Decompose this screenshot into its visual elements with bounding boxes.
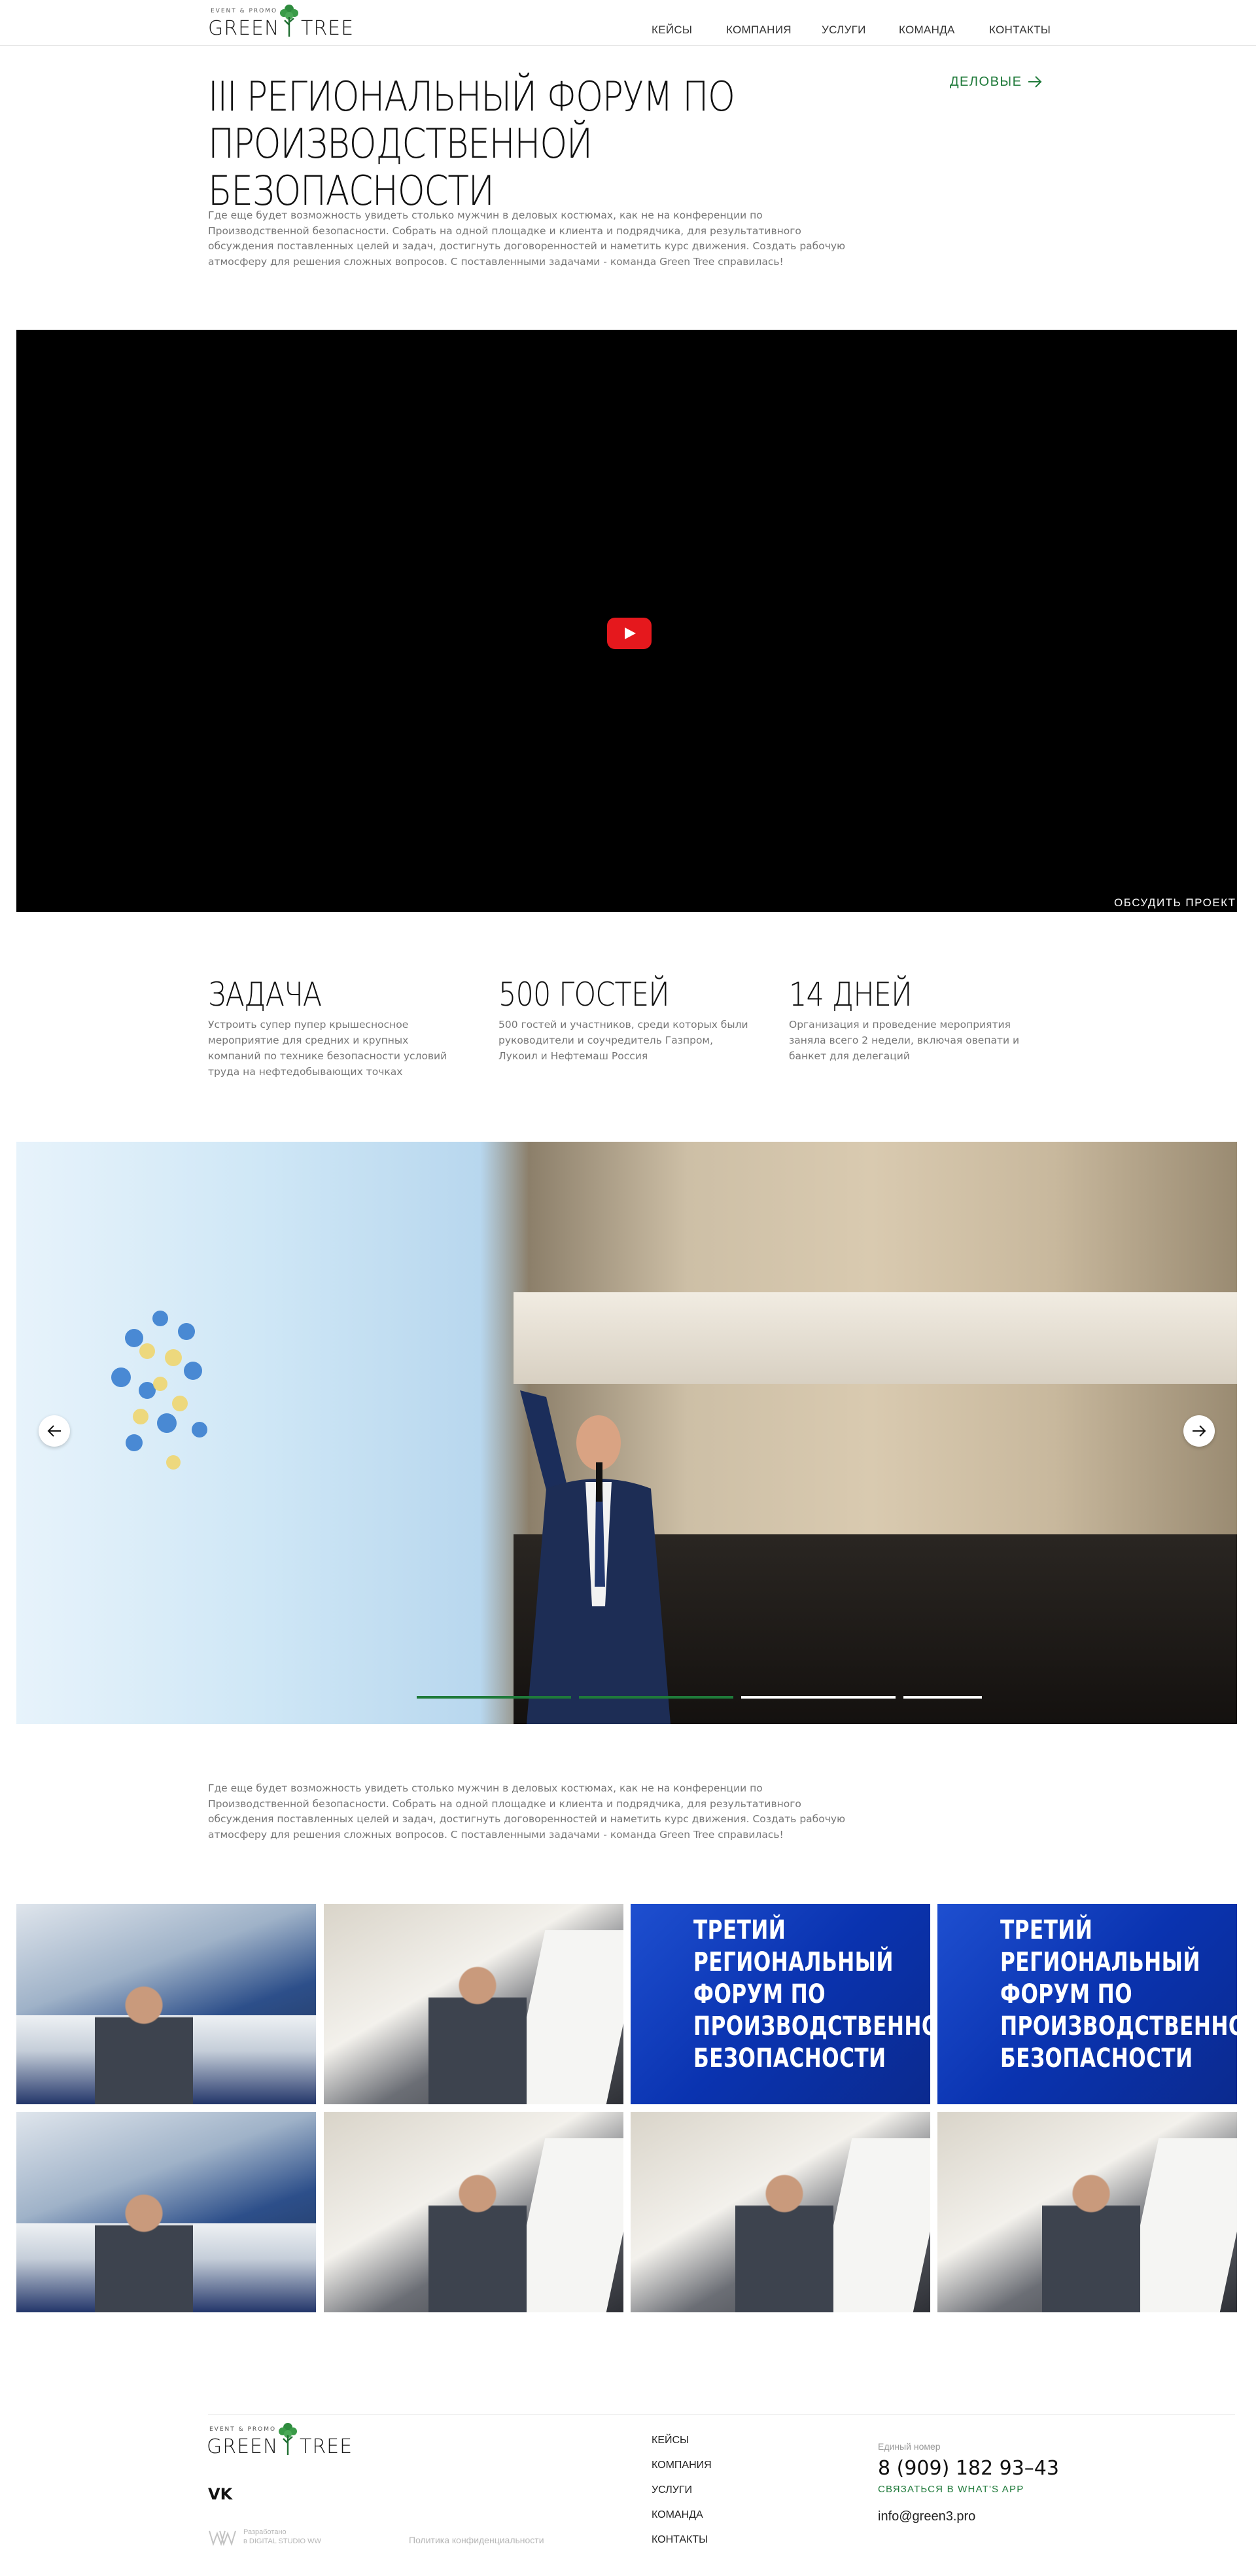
logo-tagline: EVENT & PROMO (211, 8, 278, 14)
discuss-project-button[interactable]: ОБСУДИТЬ ПРОЕКТ (1114, 896, 1236, 909)
logo-tagline: EVENT & PROMO (209, 2426, 277, 2433)
stat-title: 14 ДНЕЙ (789, 976, 913, 1014)
footer-link-company[interactable]: КОМПАНИЯ (652, 2460, 712, 2484)
nav-link-cases[interactable]: КЕЙСЫ (652, 24, 692, 37)
footer-nav: КЕЙСЫ КОМПАНИЯ УСЛУГИ КОМАНДА КОНТАКТЫ (652, 2435, 712, 2559)
developer-line-2: в DIGITAL STUDIO WW (243, 2537, 321, 2545)
nav-link-team[interactable]: КОМАНДА (899, 24, 955, 37)
gallery-photo-banner[interactable]: ТРЕТИЙ РЕГИОНАЛЬНЫЙ ФОРУМ ПО ПРОИЗВОДСТВ… (631, 1904, 930, 2104)
stat-block-days: 14 ДНЕЙ Организация и проведение меропри… (789, 975, 1044, 1064)
nav-link-contacts[interactable]: КОНТАКТЫ (989, 24, 1051, 37)
arrow-right-icon (1193, 1425, 1206, 1437)
photo-slider[interactable] (16, 1142, 1237, 1724)
privacy-policy-link[interactable]: Политика конфиденциальности (409, 2535, 544, 2545)
project-description: Где еще будет возможность увидеть стольк… (208, 209, 846, 268)
project-description-2: Где еще будет возможность увидеть стольк… (208, 1782, 846, 1841)
video-player[interactable]: ОБСУДИТЬ ПРОЕКТ (16, 330, 1237, 912)
gallery-photo-audience[interactable] (16, 2112, 316, 2312)
gallery-photo-speaker[interactable] (324, 1904, 623, 2104)
attendee (95, 2191, 193, 2312)
phone-number[interactable]: 8 (909) 182 93–43 (878, 2457, 1059, 2480)
attendee (95, 1983, 193, 2104)
slider-next-button[interactable] (1183, 1415, 1215, 1447)
logo-word-tree: TREE (300, 2435, 353, 2458)
stat-text: 500 гостей и участников, среди которых б… (498, 1019, 748, 1062)
banner-text: ТРЕТИЙ РЕГИОНАЛЬНЫЙ ФОРУМ ПО ПРОИЗВОДСТВ… (1000, 1915, 1237, 2073)
site-header: EVENT & PROMO GREEN TREE КЕЙСЫ КОМПАНИЯ … (0, 0, 1256, 46)
slider-dot[interactable] (741, 1696, 896, 1699)
stat-title: ЗАДАЧА (208, 976, 322, 1014)
slider-dot[interactable] (417, 1696, 571, 1699)
speaker (428, 2171, 527, 2312)
logo-word-green: GREEN (207, 2435, 279, 2458)
phone-label: Единый номер (878, 2441, 941, 2452)
gallery-photo-speaker[interactable] (631, 2112, 930, 2312)
slide-photo-balcony (514, 1292, 1237, 1384)
footer-link-team[interactable]: КОМАНДА (652, 2509, 712, 2534)
arrow-left-icon (47, 1425, 61, 1437)
nav-link-services[interactable]: УСЛУГИ (822, 24, 866, 37)
footer-link-contacts[interactable]: КОНТАКТЫ (652, 2534, 712, 2559)
slider-dot[interactable] (579, 1696, 733, 1699)
banner-text: ТРЕТИЙ РЕГИОНАЛЬНЫЙ ФОРУМ ПО ПРОИЗВОДСТВ… (693, 1915, 930, 2073)
studio-logo-icon (209, 2530, 236, 2547)
slide-photo-speaker (520, 1390, 671, 1724)
stat-block-task: ЗАДАЧА Устроить супер пупер крышесносное… (208, 975, 463, 1080)
stat-text: Устроить супер пупер крышесносное меропр… (208, 1019, 447, 1078)
footer-divider (208, 2414, 1235, 2415)
stat-text: Организация и проведение мероприятия зан… (789, 1019, 1020, 1062)
gallery-photo-audience[interactable] (16, 1904, 316, 2104)
whatsapp-link[interactable]: СВЯЗАТЬСЯ В WHAT'S APP (878, 2484, 1059, 2495)
vk-icon[interactable]: VK (208, 2485, 232, 2503)
speaker (1042, 2171, 1140, 2312)
category-label: ДЕЛОВЫЕ (950, 74, 1022, 89)
gallery-photo-banner[interactable]: ТРЕТИЙ РЕГИОНАЛЬНЫЙ ФОРУМ ПО ПРОИЗВОДСТВ… (937, 1904, 1237, 2104)
speaker (735, 2171, 833, 2312)
gallery-photo-speaker[interactable] (324, 2112, 623, 2312)
stat-block-guests: 500 ГОСТЕЙ 500 гостей и участников, сред… (498, 975, 754, 1064)
gallery-photo-speaker[interactable] (937, 2112, 1237, 2312)
tree-icon (279, 2423, 297, 2455)
youtube-play-icon[interactable] (607, 618, 652, 649)
nav-link-company[interactable]: КОМПАНИЯ (726, 24, 792, 37)
slide-photo-logo (111, 1311, 207, 1470)
developer-line-1: Разработано (243, 2528, 287, 2536)
footer-link-services[interactable]: УСЛУГИ (652, 2484, 712, 2509)
email-link[interactable]: info@green3.pro (878, 2509, 1059, 2524)
footer-contacts: Единый номер 8 (909) 182 93–43 СВЯЗАТЬСЯ… (878, 2441, 1059, 2524)
main-nav: КЕЙСЫ КОМПАНИЯ УСЛУГИ КОМАНДА КОНТАКТЫ (0, 24, 1256, 37)
page-title: III РЕГИОНАЛЬНЫЙ ФОРУМ ПО ПРОИЗВОДСТВЕНН… (208, 73, 735, 215)
footer-logo[interactable]: EVENT & PROMO GREEN TREE (207, 2421, 357, 2458)
category-link[interactable]: ДЕЛОВЫЕ (950, 72, 1043, 92)
speaker (428, 1963, 527, 2104)
arrow-right-icon (1028, 76, 1042, 88)
slider-prev-button[interactable] (39, 1415, 70, 1447)
footer-link-cases[interactable]: КЕЙСЫ (652, 2435, 712, 2460)
slider-dot[interactable] (903, 1696, 982, 1699)
developer-credit[interactable]: Разработано в DIGITAL STUDIO WW (208, 2526, 321, 2548)
stat-title: 500 ГОСТЕЙ (498, 976, 670, 1014)
